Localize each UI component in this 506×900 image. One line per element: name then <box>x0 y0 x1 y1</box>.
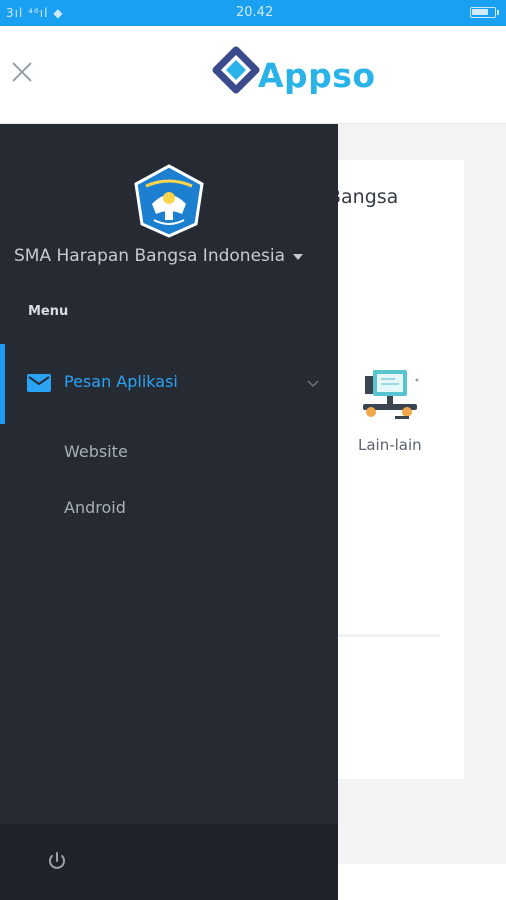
app-header: Appso <box>0 26 506 124</box>
school-name: SMA Harapan Bangsa Indonesia <box>14 246 286 266</box>
submenu-item-android[interactable]: Android <box>64 498 126 517</box>
chevron-down-icon[interactable] <box>306 377 320 391</box>
battery-level <box>472 9 488 15</box>
card-title: Bangsa <box>328 186 399 208</box>
menu-item-pesan-aplikasi[interactable]: Pesan Aplikasi <box>0 344 338 424</box>
computer-desk-icon[interactable] <box>355 366 425 426</box>
card-divider <box>336 634 440 637</box>
tut-wuri-handayani-emblem <box>134 164 204 238</box>
mail-icon <box>27 374 51 392</box>
drawer-footer <box>0 824 338 900</box>
active-indicator <box>0 344 5 424</box>
submenu-item-website[interactable]: Website <box>64 442 128 461</box>
logo-text: Appso <box>258 55 376 95</box>
close-icon[interactable] <box>8 58 36 86</box>
school-switcher[interactable]: SMA Harapan Bangsa Indonesia <box>14 246 304 266</box>
appso-logo-icon <box>212 46 260 94</box>
status-time: 20.42 <box>236 5 274 20</box>
battery-icon <box>470 7 499 18</box>
status-bar: 3ıl ⁴⁶ıl ◆ 20.42 <box>0 0 506 26</box>
navigation-drawer: SMA Harapan Bangsa Indonesia Menu Pesan … <box>0 124 338 900</box>
caret-down-icon <box>293 254 304 260</box>
signal-indicator: 3ıl ⁴⁶ıl ◆ <box>6 6 64 20</box>
power-icon[interactable] <box>46 850 68 872</box>
app-logo: Appso <box>212 46 376 104</box>
card-item-label: Lain-lain <box>358 436 422 454</box>
menu-item-label: Pesan Aplikasi <box>64 372 178 391</box>
menu-heading: Menu <box>28 304 69 319</box>
